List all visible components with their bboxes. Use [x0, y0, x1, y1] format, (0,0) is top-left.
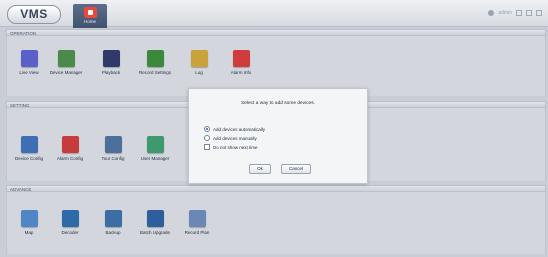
add-devices-dialog: Select a way to add some devices. Add de… [188, 88, 368, 184]
playback-icon [102, 50, 120, 67]
record-settings-icon [146, 50, 164, 67]
dialog-title: Select a way to add some devices. [241, 101, 315, 106]
close-button[interactable] [536, 10, 542, 16]
log-icon [190, 50, 208, 67]
user-manager-button[interactable]: User Manager [135, 136, 175, 161]
alarm-info-icon [232, 50, 250, 67]
tab-home-label: Home [83, 19, 96, 24]
radio-selected-icon[interactable] [204, 126, 210, 132]
cancel-button[interactable]: Cancel [281, 164, 311, 174]
device-config-icon [20, 136, 38, 153]
decoder-button[interactable]: Decoder [50, 210, 90, 235]
record-plan-button[interactable]: Record Plan [177, 210, 217, 235]
checkbox-icon[interactable] [204, 144, 210, 150]
ok-button[interactable]: Ok [249, 164, 271, 174]
option-add-automatically[interactable]: Add devices automatically [204, 126, 265, 132]
backup-icon [104, 210, 122, 227]
record-plan-icon [188, 210, 206, 227]
backup-button[interactable]: Backup [93, 210, 133, 235]
section-advance-header: ADVANCE [6, 185, 546, 192]
option-add-manually[interactable]: Add devices manually [204, 135, 257, 141]
batch-upgrade-icon [146, 210, 164, 227]
home-icon [83, 7, 97, 18]
tour-config-button[interactable]: Tour Config [93, 136, 133, 161]
alarm-info-button[interactable]: Alarm Info [221, 50, 261, 75]
device-manager-icon [57, 50, 75, 67]
maximize-button[interactable] [526, 10, 532, 16]
app-logo: VMS [7, 5, 61, 24]
title-bar: VMS Home admin [0, 0, 548, 28]
live-view-icon [20, 50, 38, 67]
map-icon [20, 210, 38, 227]
tour-config-icon [104, 136, 122, 153]
map-button[interactable]: Map [9, 210, 49, 235]
device-manager-button[interactable]: Device Manager [46, 50, 86, 75]
tab-home[interactable]: Home [73, 4, 107, 28]
alarm-config-button[interactable]: Alarm Config [50, 136, 90, 161]
user-menu[interactable]: admin [498, 10, 512, 16]
do-not-show-checkbox[interactable]: Do not show next time [204, 144, 258, 150]
device-config-button[interactable]: Device Config [9, 136, 49, 161]
user-manager-icon [146, 136, 164, 153]
section-advance: Map Decoder Backup Batch Upgrade Record … [6, 192, 546, 254]
log-button[interactable]: Log [179, 50, 219, 75]
section-operation: Live View Device Manager Playback Record… [6, 36, 546, 96]
alarm-config-icon [61, 136, 79, 153]
radio-unselected-icon[interactable] [204, 135, 210, 141]
section-operation-header: OPERATION [6, 29, 546, 36]
decoder-icon [61, 210, 79, 227]
minimize-button[interactable] [516, 10, 522, 16]
record-settings-button[interactable]: Record Settings [135, 50, 175, 75]
playback-button[interactable]: Playback [91, 50, 131, 75]
titlebar-controls: admin [488, 8, 542, 18]
settings-icon[interactable] [488, 10, 495, 16]
batch-upgrade-button[interactable]: Batch Upgrade [135, 210, 175, 235]
live-view-button[interactable]: Live View [9, 50, 49, 75]
